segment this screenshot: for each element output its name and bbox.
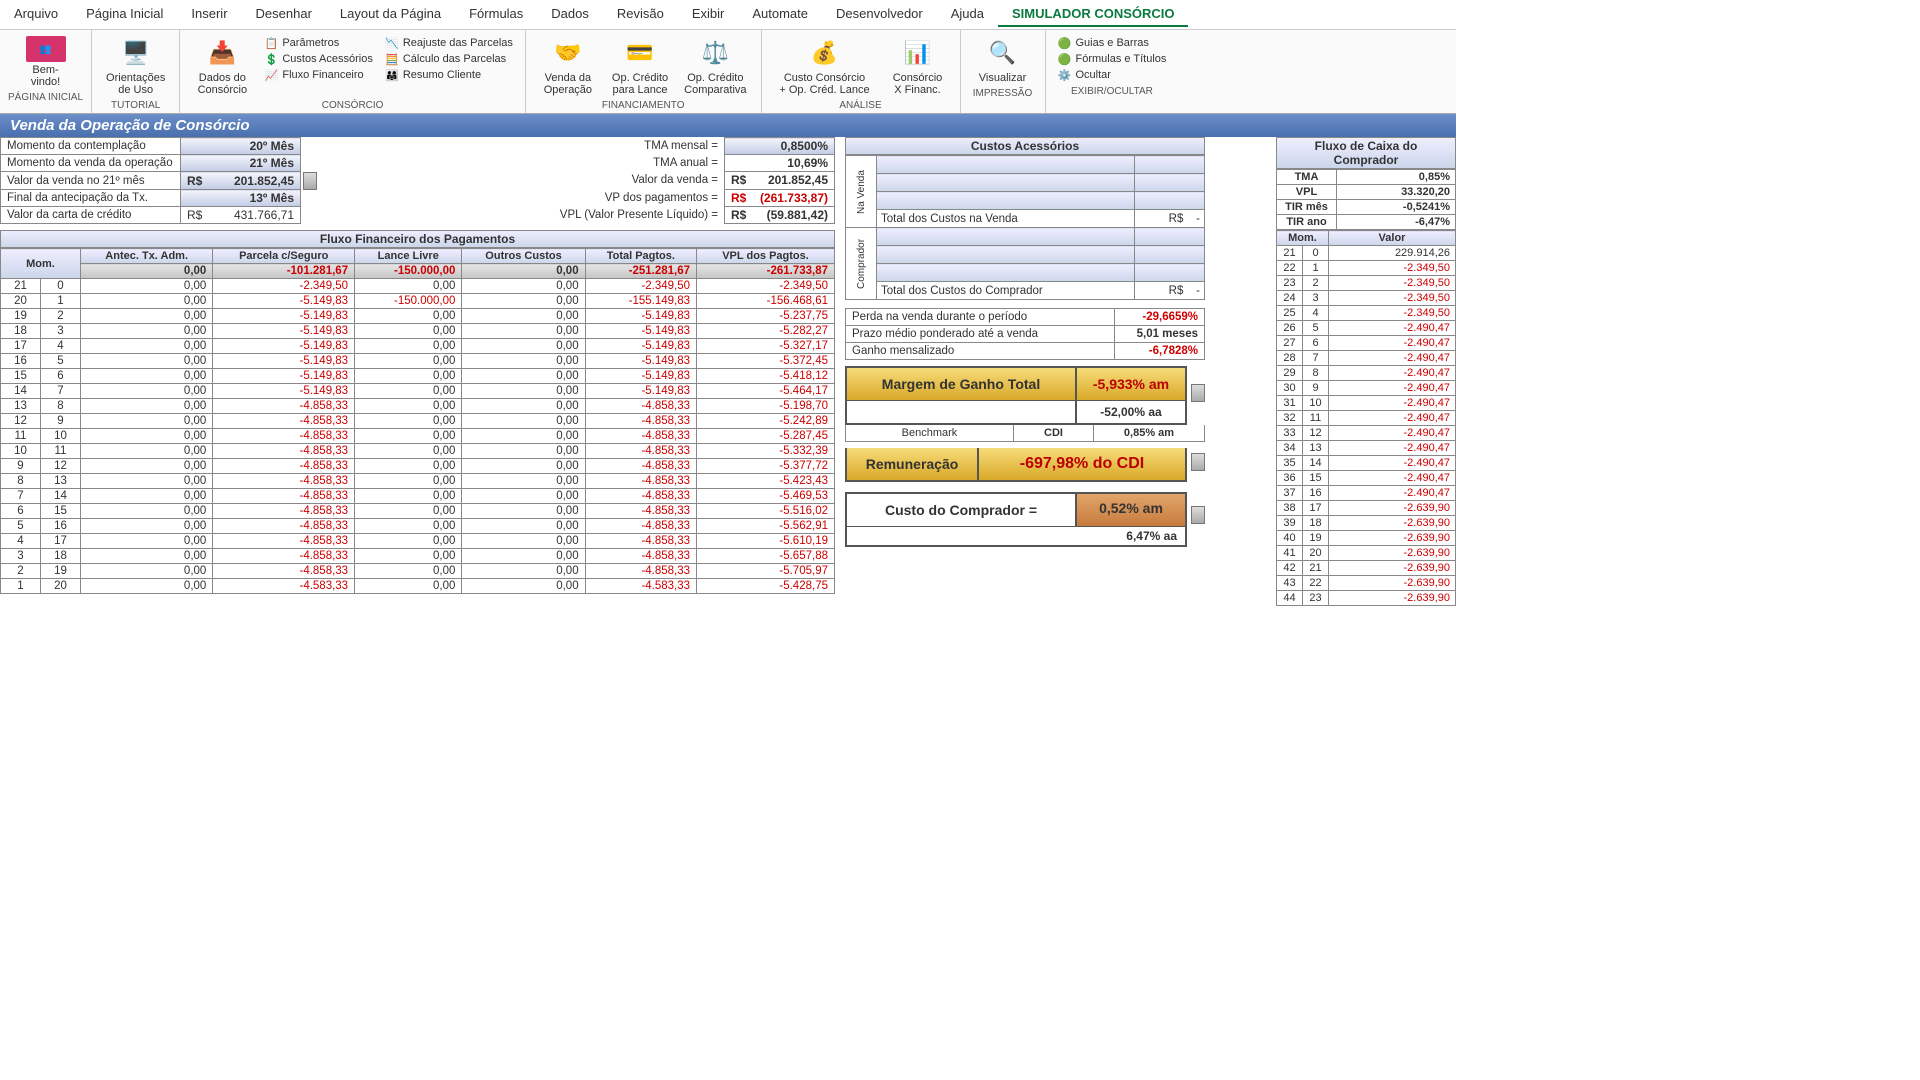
params-left-table: Momento da contemplação20º MêsMomento da… xyxy=(0,137,320,224)
ribbon-item[interactable]: 📈Fluxo Financeiro xyxy=(264,68,372,82)
mini-icon: ⚙️ xyxy=(1058,68,1072,82)
ribbon-item[interactable]: 💲Custos Acessórios xyxy=(264,52,372,66)
margin-slider[interactable] xyxy=(1191,384,1205,402)
op-credito-lance-button[interactable]: 💳Op. Crédito para Lance xyxy=(606,34,674,98)
mini-icon: 🟢 xyxy=(1058,52,1072,66)
mini-icon: 📉 xyxy=(385,36,399,50)
ribbon-item[interactable]: ⚙️Ocultar xyxy=(1058,68,1167,82)
menu-tab[interactable]: SIMULADOR CONSÓRCIO xyxy=(998,2,1189,27)
custos-title: Custos Acessórios xyxy=(845,137,1205,155)
op-credito-comp-button[interactable]: ⚖️Op. Crédito Comparativa xyxy=(678,34,752,98)
custo-consorcio-button[interactable]: 💰Custo Consórcio + Op. Créd. Lance xyxy=(770,34,880,98)
fluxo-title: Fluxo Financeiro dos Pagamentos xyxy=(0,230,835,248)
value-slider[interactable] xyxy=(303,172,317,190)
venda-operacao-button[interactable]: 🤝Venda da Operação xyxy=(534,34,602,98)
inbox-icon: 📥 xyxy=(205,36,239,70)
menu-tab[interactable]: Dados xyxy=(537,2,603,27)
bem-vindo-button[interactable]: 👥 Bem- vindo! xyxy=(12,34,80,90)
menu-tab[interactable]: Desenvolvedor xyxy=(822,2,937,27)
remun-slider[interactable] xyxy=(1191,453,1205,471)
ribbon-item[interactable]: 🟢Fórmulas e Títulos xyxy=(1058,52,1167,66)
credit-icon: 💳 xyxy=(623,36,657,70)
mini-icon: 👨‍👩‍👧 xyxy=(385,68,399,82)
menu-tab[interactable]: Desenhar xyxy=(242,2,326,27)
scale-icon: ⚖️ xyxy=(698,36,732,70)
handshake-icon: 🤝 xyxy=(551,36,585,70)
mini-icon: 🧮 xyxy=(385,52,399,66)
magnifier-icon: 🔍 xyxy=(986,36,1020,70)
menubar: ArquivoPágina InicialInserirDesenharLayo… xyxy=(0,0,1456,30)
custo-comprador-box: Custo do Comprador = 0,52% am 6,47% aa xyxy=(845,492,1187,547)
orientacoes-button[interactable]: 🖥️ Orientações de Uso xyxy=(100,34,171,98)
kv-table: Perda na venda durante o período-29,6659… xyxy=(845,308,1205,360)
margem-box: Margem de Ganho Total -5,933% am -52,00%… xyxy=(845,366,1187,425)
buyer-slider[interactable] xyxy=(1191,506,1205,524)
ribbon-item[interactable]: 👨‍👩‍👧Resumo Cliente xyxy=(385,68,513,82)
rbox-summary: TMA0,85%VPL33.320,20TIR mês-0,5241%TIR a… xyxy=(1276,169,1456,230)
menu-tab[interactable]: Ajuda xyxy=(937,2,998,27)
fluxo-table: Mom.Antec. Tx. Adm.Parcela c/SeguroLance… xyxy=(0,248,835,594)
mini-icon: 💲 xyxy=(264,52,278,66)
page-title: Venda da Operação de Consórcio xyxy=(0,114,1456,137)
benchmark-row: Benchmark CDI 0,85% am xyxy=(845,425,1205,442)
mini-icon: 🟢 xyxy=(1058,36,1072,50)
ribbon-item[interactable]: 🧮Cálculo das Parcelas xyxy=(385,52,513,66)
menu-tab[interactable]: Arquivo xyxy=(0,2,72,27)
mini-icon: 📈 xyxy=(264,68,278,82)
rbox-flow: Mom.Valor210229.914,26221-2.349,50232-2.… xyxy=(1276,230,1456,606)
ribbon-item[interactable]: 🟢Guias e Barras xyxy=(1058,36,1167,50)
menu-tab[interactable]: Fórmulas xyxy=(455,2,537,27)
monitor-icon: 🖥️ xyxy=(119,36,153,70)
params-right-table: TMA mensal =0,8500%TMA anual =10,69%Valo… xyxy=(545,137,836,224)
welcome-icon: 👥 xyxy=(26,36,66,62)
money-icon: 💰 xyxy=(808,36,842,70)
chart-icon: 📊 xyxy=(901,36,935,70)
mini-icon: 📋 xyxy=(264,36,278,50)
menu-tab[interactable]: Página Inicial xyxy=(72,2,177,27)
menu-tab[interactable]: Revisão xyxy=(603,2,678,27)
menu-tab[interactable]: Inserir xyxy=(177,2,241,27)
ribbon-item[interactable]: 📉Reajuste das Parcelas xyxy=(385,36,513,50)
dados-consorcio-button[interactable]: 📥 Dados do Consórcio xyxy=(188,34,256,98)
menu-tab[interactable]: Exibir xyxy=(678,2,739,27)
visualizar-button[interactable]: 🔍Visualizar xyxy=(969,34,1037,86)
rbox-title: Fluxo de Caixa do Comprador xyxy=(1276,137,1456,169)
consorcio-financ-button[interactable]: 📊Consórcio X Financ. xyxy=(884,34,952,98)
menu-tab[interactable]: Layout da Página xyxy=(326,2,455,27)
custos-table: Na Venda Total dos Custos na VendaR$ - C… xyxy=(845,155,1205,300)
ribbon-item[interactable]: 📋Parâmetros xyxy=(264,36,372,50)
menu-tab[interactable]: Automate xyxy=(738,2,822,27)
remuneracao-box: Remuneração -697,98% do CDI xyxy=(845,448,1187,482)
ribbon: 👥 Bem- vindo! PÁGINA INICIAL 🖥️ Orientaç… xyxy=(0,30,1456,114)
